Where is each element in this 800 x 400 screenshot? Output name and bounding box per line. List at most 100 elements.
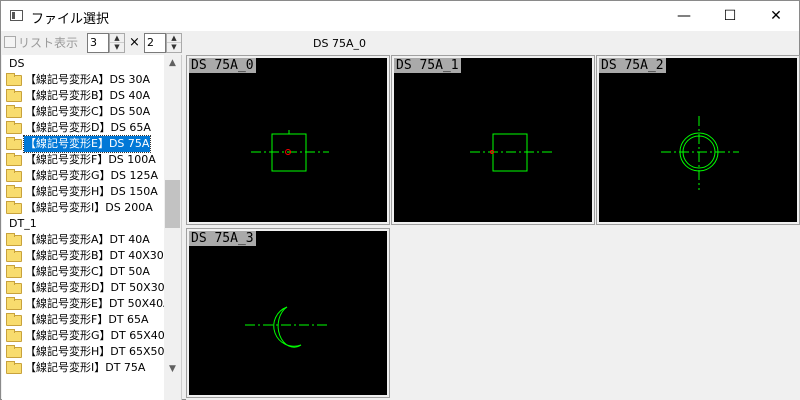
title-bar: ファイル選択 — ☐ ✕ [1, 1, 799, 31]
folder-icon [6, 89, 22, 102]
tree-item[interactable]: 【線記号変形C】DT 50A [2, 264, 164, 280]
tree-item-label: DS [9, 57, 25, 70]
columns-stepper: 3 ▲ ▼ [87, 33, 127, 53]
scroll-up-icon[interactable]: ▲ [164, 55, 181, 72]
folder-icon [6, 345, 22, 358]
tree-item[interactable]: 【線記号変形C】DS 50A [2, 104, 164, 120]
folder-icon [6, 313, 22, 326]
times-symbol: × [129, 35, 140, 50]
tree-item[interactable]: 【線記号変形A】DS 30A [2, 72, 164, 88]
crescent-symbol-icon [245, 306, 329, 348]
tree-item[interactable]: 【線記号変形F】DS 100A [2, 152, 164, 168]
tree-item-label: 【線記号変形H】DS 150A [25, 185, 158, 198]
preview-grid: DS 75A_0 DS 75A_1 DS 75A_2 DS 75A_3 [186, 55, 800, 400]
tree-item-label: 【線記号変形I】DS 200A [25, 201, 153, 214]
square-symbol-icon [470, 133, 552, 172]
preview-cell-2[interactable]: DS 75A_2 [596, 55, 800, 225]
folder-icon [6, 249, 22, 262]
tree-item-label: 【線記号変形A】DT 40A [25, 233, 150, 246]
columns-up-icon[interactable]: ▲ [110, 34, 124, 43]
preview-canvas: DS 75A_3 [189, 231, 387, 395]
tree-item-label: 【線記号変形C】DT 50A [25, 265, 150, 278]
tree-item-label: 【線記号変形E】DS 75A [22, 135, 152, 153]
tree-group[interactable]: DT_1 [2, 216, 164, 232]
preview-label: DS 75A_2 [599, 58, 666, 73]
folder-icon [6, 105, 22, 118]
tree-item-label: 【線記号変形G】DS 125A [25, 169, 158, 182]
tree-item-label: 【線記号変形B】DS 40A [25, 89, 151, 102]
folder-icon [6, 137, 22, 150]
list-view-label: リスト表示 [18, 36, 79, 50]
tree-item-label: 【線記号変形G】DT 65X40A [25, 329, 173, 342]
preview-canvas: DS 75A_0 [189, 58, 387, 222]
folder-icon [6, 361, 22, 374]
tree-item[interactable]: 【線記号変形D】DT 50X30A [2, 280, 172, 296]
preview-cell-3[interactable]: DS 75A_3 [186, 228, 390, 398]
folder-icon [6, 73, 22, 86]
tree-item[interactable]: 【線記号変形B】DS 40A [2, 88, 164, 104]
folder-icon [6, 297, 22, 310]
tree-item-label: 【線記号変形A】DS 30A [25, 73, 150, 86]
maximize-button[interactable]: ☐ [707, 1, 753, 31]
double-circle-icon [661, 116, 739, 190]
selected-preview-name: DS 75A_0 [313, 37, 366, 50]
tree-scrollbar[interactable]: ▲ ▼ [164, 55, 181, 400]
preview-label: DS 75A_3 [189, 231, 256, 246]
list-view-checkbox[interactable] [4, 36, 16, 48]
rows-stepper: 2 ▲ ▼ [144, 33, 184, 53]
folder-icon [6, 185, 22, 198]
tree-item[interactable]: 【線記号変形D】DS 65A [2, 120, 164, 136]
rows-up-icon[interactable]: ▲ [167, 34, 181, 43]
window-title: ファイル選択 [31, 12, 110, 27]
tree-item[interactable]: 【線記号変形A】DT 40A [2, 232, 164, 248]
tree-item-label: 【線記号変形B】DT 40X30A [25, 249, 172, 262]
folder-icon [6, 201, 22, 214]
tree-item[interactable]: 【線記号変形E】DT 50X40A [2, 296, 171, 312]
tree-item-label: 【線記号変形D】DS 65A [25, 121, 151, 134]
tree-item-label: 【線記号変形C】DS 50A [25, 105, 151, 118]
columns-down-icon[interactable]: ▼ [110, 43, 124, 52]
folder-icon [6, 121, 22, 134]
toolbar: リスト表示 3 ▲ ▼ × 2 ▲ ▼ DS 75A_0 [1, 31, 799, 55]
tree-item-label: 【線記号変形F】DS 100A [25, 153, 156, 166]
tree-item-label: 【線記号変形E】DT 50X40A [25, 297, 171, 310]
folder-icon [6, 265, 22, 278]
folder-icon [6, 153, 22, 166]
scroll-thumb[interactable] [165, 180, 180, 228]
tree-item-label: 【線記号変形I】DT 75A [25, 361, 146, 374]
preview-label: DS 75A_1 [394, 58, 461, 73]
folder-icon [6, 169, 22, 182]
tree-item-label: DT_1 [9, 217, 37, 230]
preview-cell-0[interactable]: DS 75A_0 [186, 55, 390, 225]
tree-group[interactable]: DS [2, 56, 164, 72]
tree-item[interactable]: 【線記号変形I】DT 75A [2, 360, 164, 376]
tree-item-label: 【線記号変形H】DT 65X50A [25, 345, 173, 358]
tree-item[interactable]: 【線記号変形G】DT 65X40A [2, 328, 172, 344]
folder-icon [6, 233, 22, 246]
tree-item[interactable]: 【線記号変形H】DT 65X50A [2, 344, 172, 360]
columns-spin-buttons: ▲ ▼ [109, 33, 125, 53]
tree-item-label: 【線記号変形D】DT 50X30A [25, 281, 173, 294]
app-icon [10, 10, 23, 21]
tree-item-label: 【線記号変形F】DT 65A [25, 313, 149, 326]
tree-item[interactable]: 【線記号変形F】DT 65A [2, 312, 164, 328]
rows-input[interactable]: 2 [144, 33, 166, 53]
tree-item[interactable]: 【線記号変形G】DS 125A [2, 168, 164, 184]
file-tree: DS 【線記号変形A】DS 30A 【線記号変形B】DS 40A 【線記号変形C】DS… [2, 55, 182, 400]
square-symbol-icon [251, 130, 329, 172]
rows-down-icon[interactable]: ▼ [167, 43, 181, 52]
preview-cell-1[interactable]: DS 75A_1 [391, 55, 595, 225]
folder-icon [6, 281, 22, 294]
preview-canvas: DS 75A_1 [394, 58, 592, 222]
folder-icon [6, 329, 22, 342]
tree-item[interactable]: 【線記号変形E】DS 75A [2, 135, 164, 153]
columns-input[interactable]: 3 [87, 33, 109, 53]
close-button[interactable]: ✕ [753, 1, 799, 31]
tree-item[interactable]: 【線記号変形H】DS 150A [2, 184, 164, 200]
minimize-button[interactable]: — [661, 1, 707, 31]
rows-spin-buttons: ▲ ▼ [166, 33, 182, 53]
tree-item[interactable]: 【線記号変形I】DS 200A [2, 200, 164, 216]
preview-canvas: DS 75A_2 [599, 58, 797, 222]
tree-item[interactable]: 【線記号変形B】DT 40X30A [2, 248, 171, 264]
scroll-down-icon[interactable]: ▼ [164, 361, 181, 378]
